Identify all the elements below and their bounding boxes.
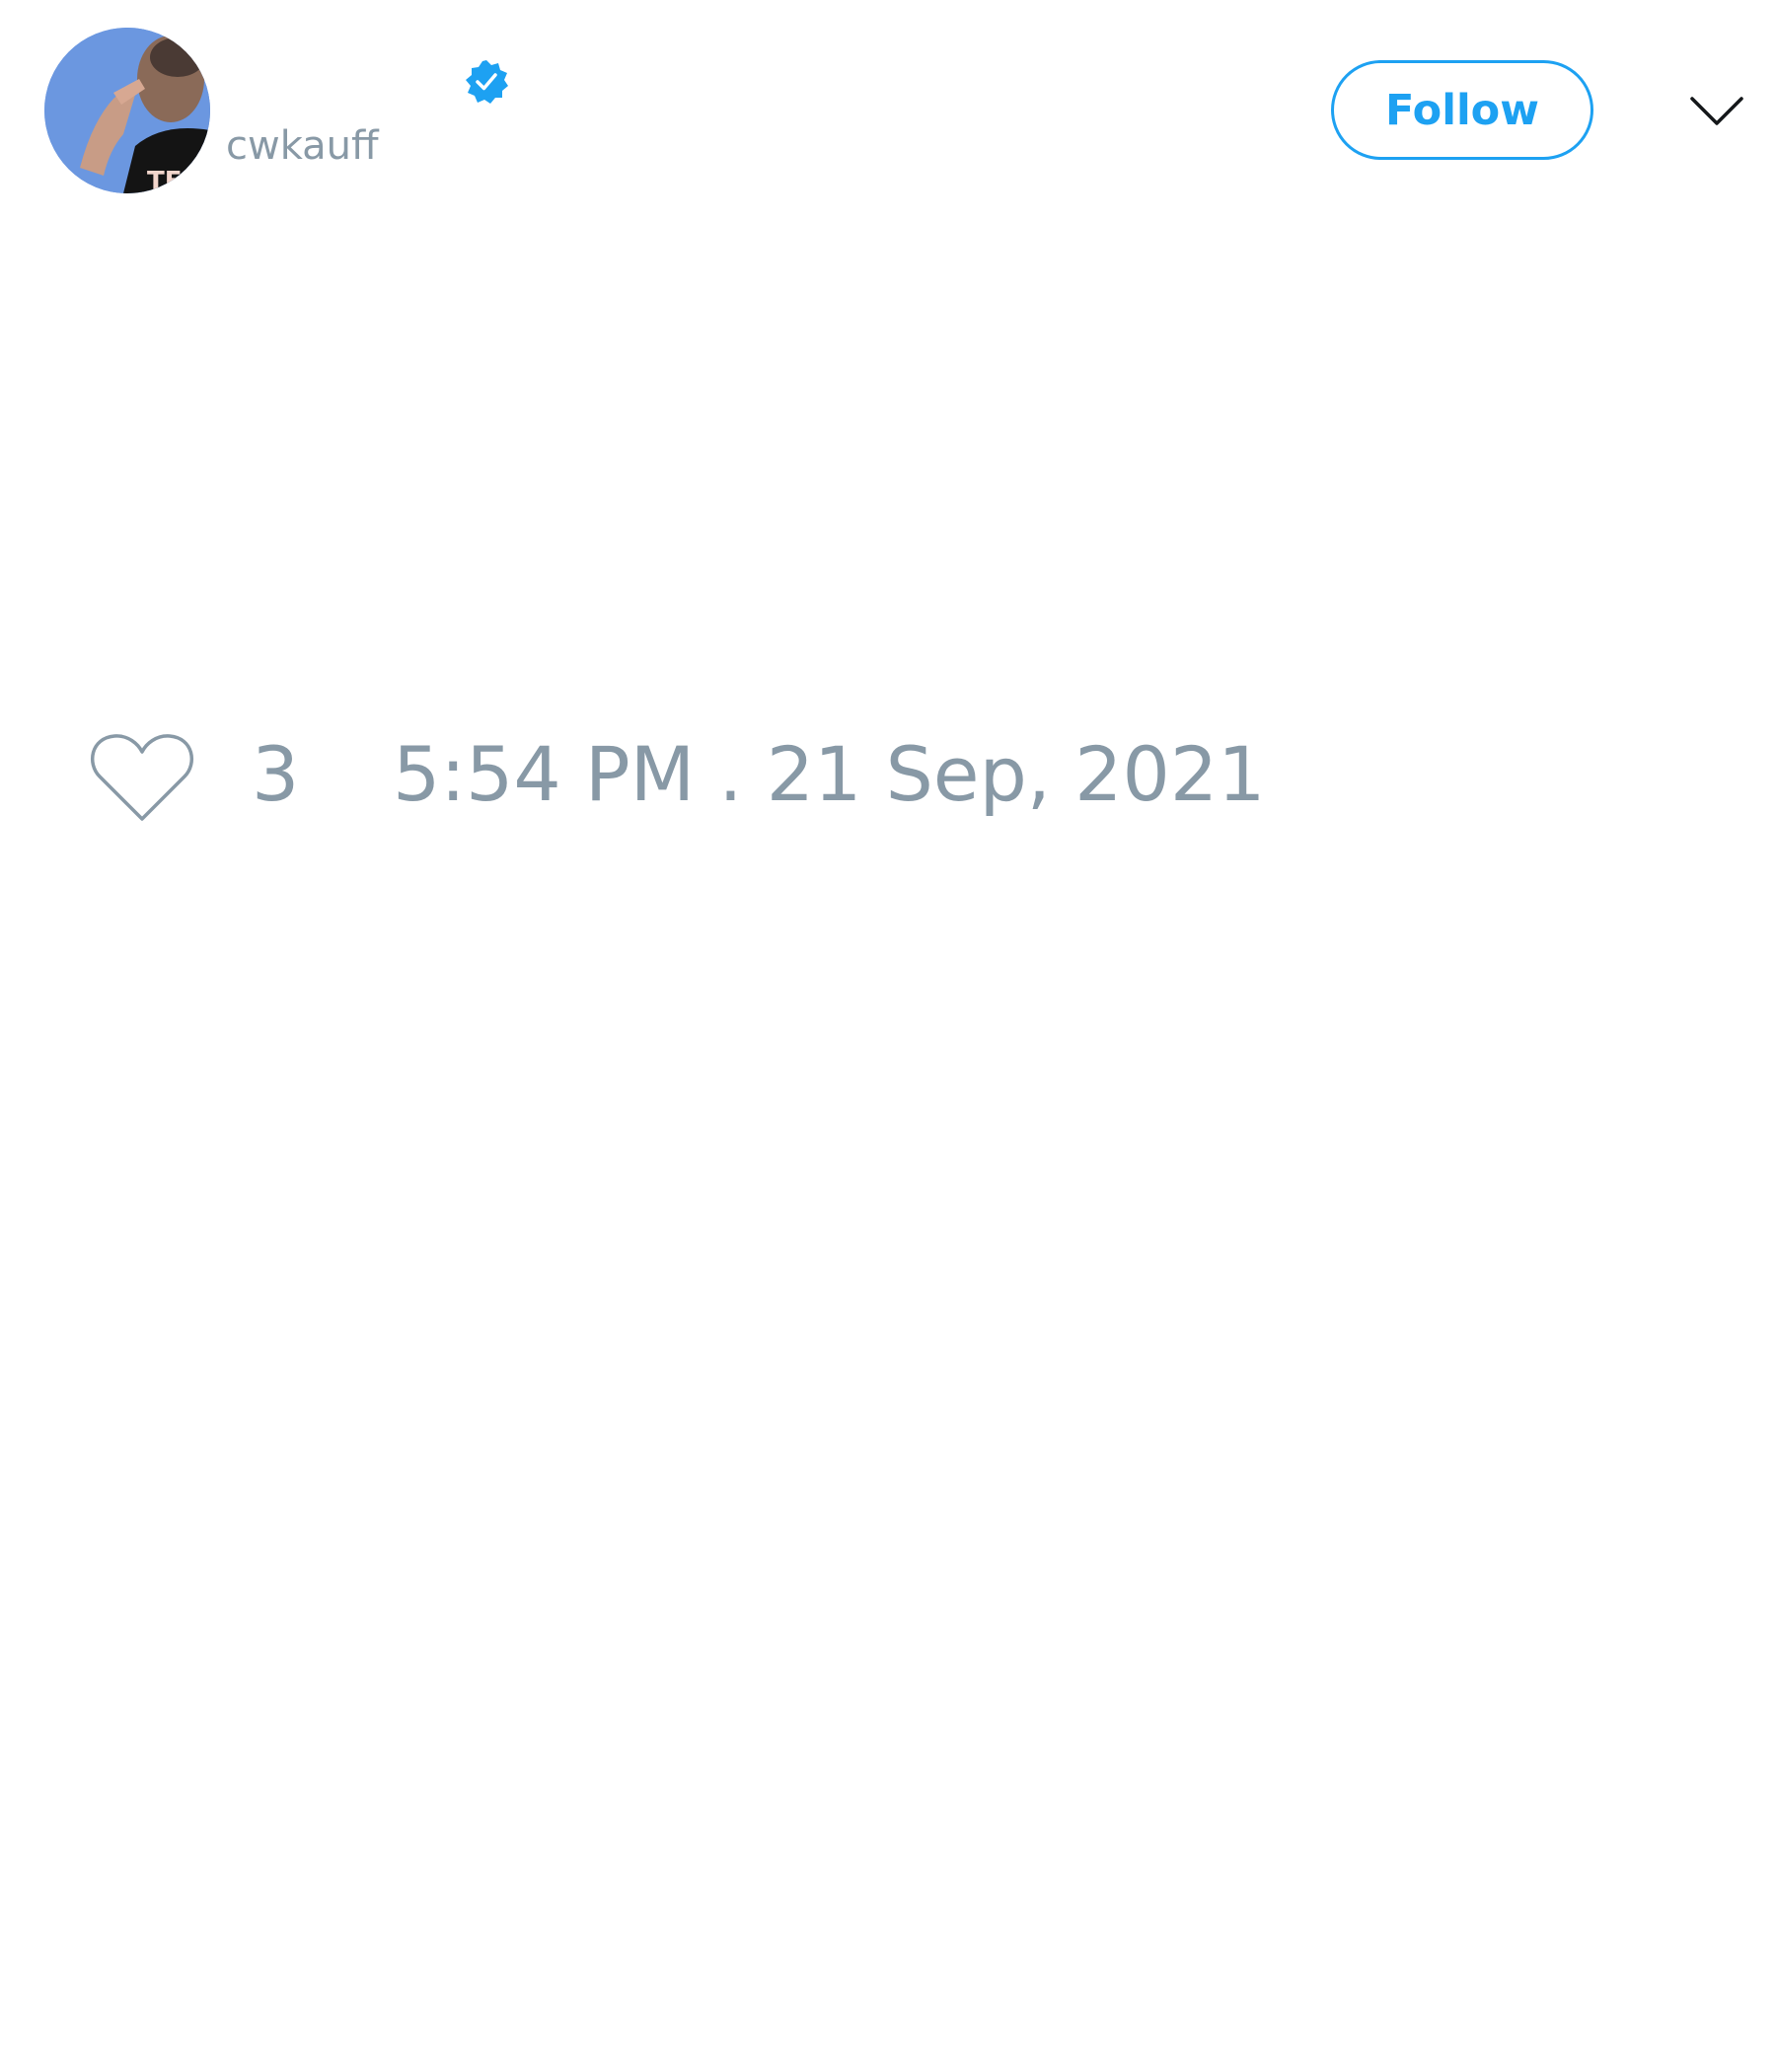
- like-button[interactable]: [89, 730, 195, 825]
- chevron-down-icon: [1690, 97, 1743, 125]
- verified-badge-icon: [466, 60, 508, 104]
- author-handle[interactable]: cwkauff: [226, 126, 379, 166]
- like-count: 3: [252, 730, 300, 818]
- display-name[interactable]: [226, 54, 453, 104]
- follow-button[interactable]: Follow: [1331, 60, 1593, 160]
- tweet-timestamp[interactable]: 5:54 PM . 21 Sep, 2021: [393, 733, 1266, 816]
- avatar-photo: TE: [44, 28, 210, 193]
- more-options-button[interactable]: [1689, 89, 1744, 132]
- heart-icon: [91, 734, 193, 821]
- avatar[interactable]: TE: [44, 28, 210, 193]
- svg-text:TE: TE: [147, 167, 183, 193]
